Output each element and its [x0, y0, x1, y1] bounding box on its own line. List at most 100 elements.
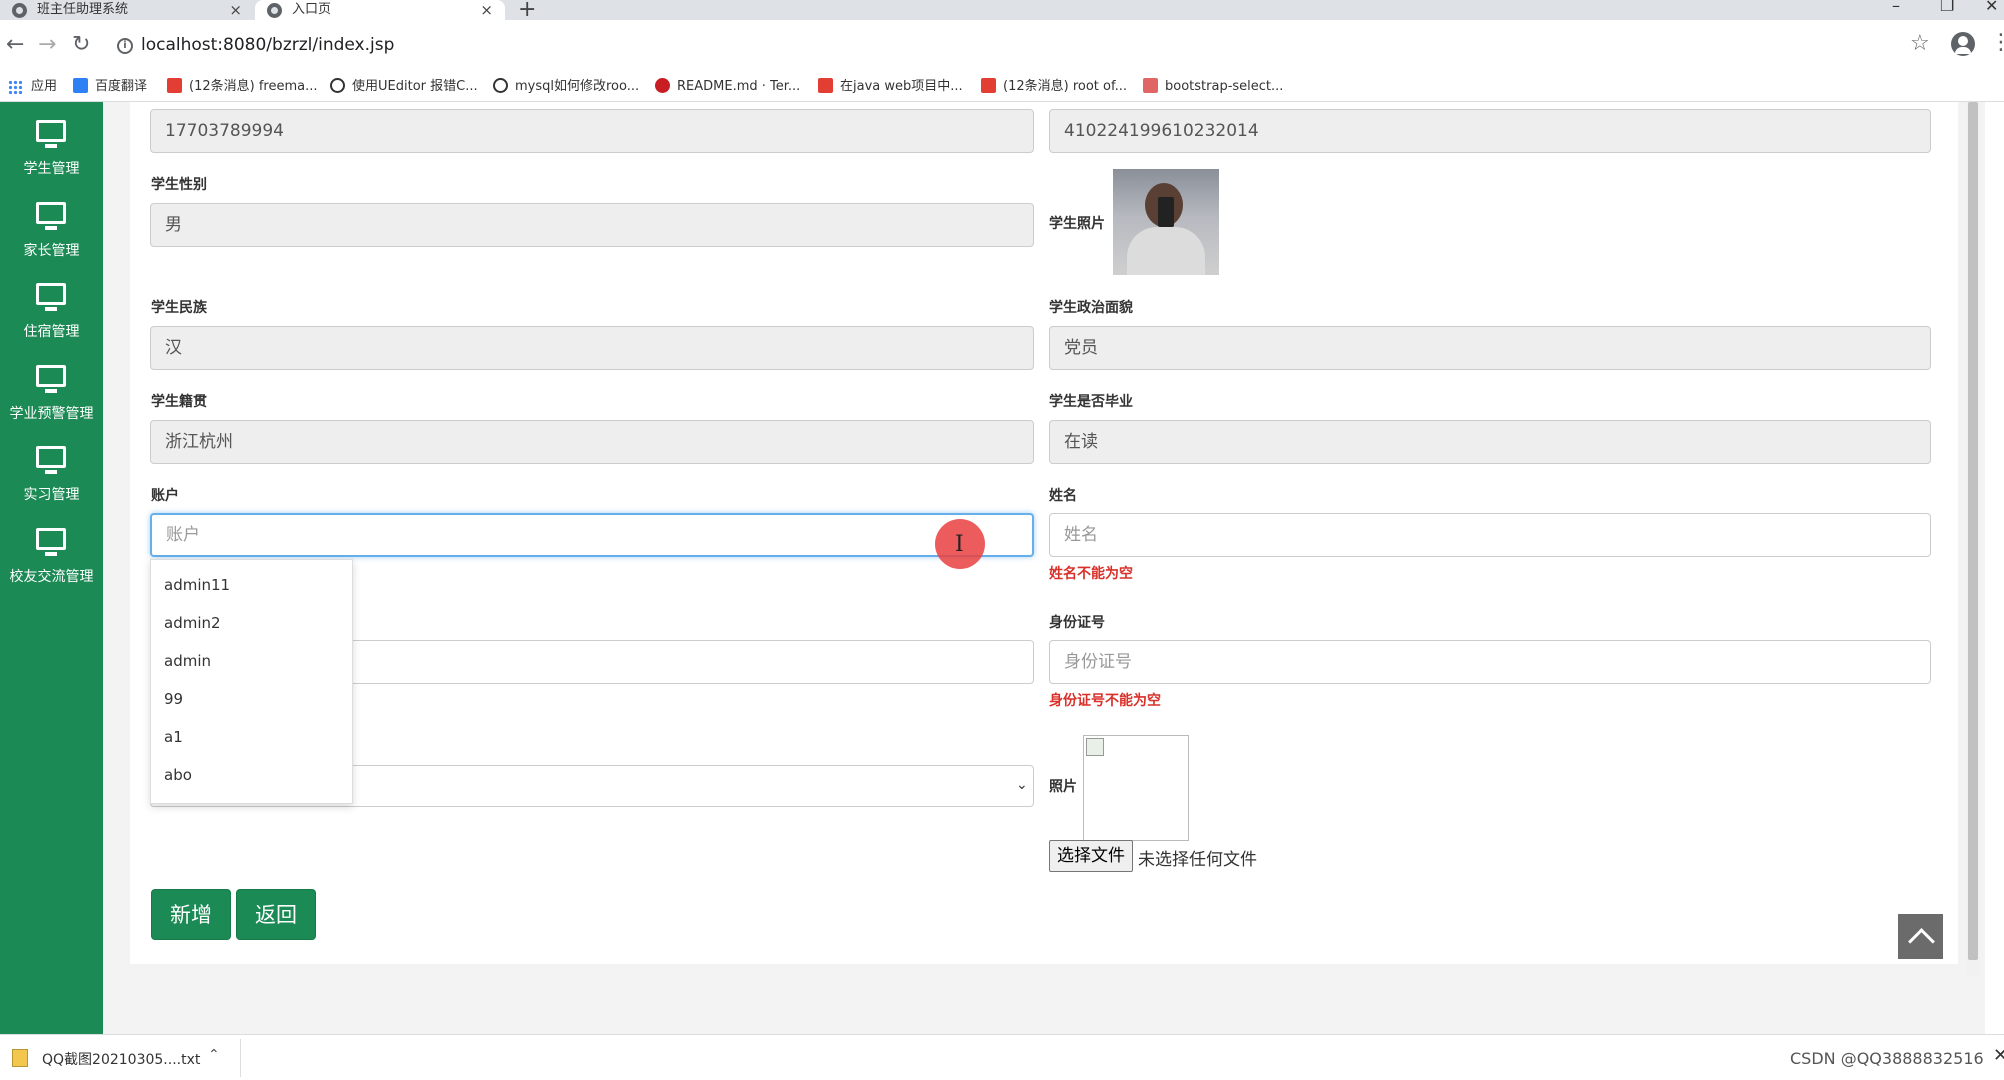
sidebar-item-label: 家长管理	[23, 243, 80, 259]
suggestion-item[interactable]: abo	[164, 766, 192, 784]
url-field[interactable]: localhost:8080/bzrzl/index.jsp	[141, 35, 394, 55]
sidebar-item-alumni[interactable]: 校友交流管理	[0, 510, 103, 590]
bookmarks-bar: 应用 百度翻译 (12条消息) freema... 使用UEditor 报错C.…	[0, 72, 2004, 102]
tab-bzrzl-system[interactable]: 班主任助理系统 ×	[0, 0, 254, 20]
account-input[interactable]	[150, 513, 1034, 557]
new-tab-button[interactable]: +	[518, 0, 536, 22]
back-arrow-icon[interactable]: ←	[6, 32, 24, 57]
suggestion-item[interactable]: admin	[164, 652, 211, 670]
sidebar-item-parents[interactable]: 家长管理	[0, 184, 103, 264]
gitee-icon	[655, 78, 670, 93]
chevron-down-icon: ⌄	[1016, 777, 1028, 793]
reload-icon[interactable]: ↻	[72, 32, 90, 57]
github-icon	[493, 78, 508, 93]
add-button[interactable]: 新增	[151, 889, 231, 940]
profile-icon[interactable]	[1951, 32, 1975, 56]
student-gender-label: 学生性别	[151, 177, 207, 193]
monitor-icon	[36, 446, 66, 474]
suggestion-item[interactable]: admin2	[164, 614, 221, 632]
tab-entry-page[interactable]: 入口页 ×	[255, 0, 505, 20]
student-ethnicity-label: 学生民族	[151, 300, 207, 316]
csdn-icon	[981, 78, 996, 93]
sidebar-item-dormitory[interactable]: 住宿管理	[0, 265, 103, 345]
globe-icon	[12, 3, 27, 18]
bookmark-java-web[interactable]: 在java web项目中...	[818, 76, 963, 98]
close-icon[interactable]: ×	[480, 0, 493, 20]
tab-label: 入口页	[292, 2, 332, 17]
name-error: 姓名不能为空	[1049, 566, 1133, 582]
sidebar-item-label: 住宿管理	[23, 324, 80, 340]
monitor-icon	[36, 120, 66, 148]
download-file-name[interactable]: QQ截图20210305....txt	[42, 1049, 200, 1069]
student-photo	[1113, 169, 1219, 275]
sidebar-item-label: 学业预警管理	[9, 406, 94, 422]
sidebar-item-label: 实习管理	[23, 487, 80, 503]
suggestion-item[interactable]: a1	[164, 728, 183, 746]
autocomplete-dropdown: admin11 admin2 admin 99 a1 abo	[150, 559, 353, 804]
sidebar-item-students[interactable]: 学生管理	[0, 102, 103, 182]
monitor-icon	[36, 283, 66, 311]
close-icon[interactable]: ✕	[1993, 1045, 2004, 1066]
back-button[interactable]: 返回	[236, 889, 316, 940]
watermark: CSDN @QQ3888832516	[1790, 1049, 1984, 1068]
bookmark-csdn-root[interactable]: (12条消息) root of...	[981, 76, 1127, 98]
student-gender-field: 男	[150, 203, 1034, 247]
sidebar-item-internship[interactable]: 实习管理	[0, 428, 103, 508]
bookmark-baidu-translate[interactable]: 百度翻译	[73, 76, 147, 98]
tab-label: 班主任助理系统	[37, 2, 129, 17]
student-graduated-field: 在读	[1049, 420, 1931, 464]
info-icon[interactable]: i	[117, 38, 133, 54]
student-graduated-label: 学生是否毕业	[1049, 394, 1133, 410]
scrollbar-thumb[interactable]	[1968, 102, 1978, 960]
choose-file-button[interactable]: 选择文件	[1049, 840, 1133, 872]
name-input[interactable]	[1049, 513, 1931, 557]
name-label: 姓名	[1049, 488, 1077, 504]
student-photo-label: 学生照片	[1049, 216, 1105, 232]
idcard-error: 身份证号不能为空	[1049, 693, 1161, 709]
student-phone-field: 17703789994	[150, 109, 1034, 153]
monitor-icon	[36, 202, 66, 230]
baidu-translate-icon	[73, 78, 88, 93]
download-bar: QQ截图20210305....txt ⌃ CSDN @QQ3888832516…	[0, 1034, 2004, 1080]
idcard-label: 身份证号	[1049, 615, 1105, 631]
suggestion-item[interactable]: admin11	[164, 576, 230, 594]
sidebar: 学生管理 家长管理 住宿管理 学业预警管理 实习管理 校友交流管理	[0, 102, 103, 1034]
bookmark-apps[interactable]: 应用	[31, 76, 57, 98]
sidebar-item-academic-warning[interactable]: 学业预警管理	[0, 347, 103, 427]
text-file-icon	[12, 1049, 28, 1067]
scroll-to-top-button[interactable]	[1898, 914, 1943, 959]
apps-icon[interactable]	[8, 80, 23, 95]
file-status: 未选择任何文件	[1138, 850, 1257, 870]
monitor-icon	[36, 528, 66, 556]
idcard-input[interactable]	[1049, 640, 1931, 684]
bookmark-star-icon[interactable]: ☆	[1910, 31, 1930, 56]
minimize-icon[interactable]: –	[1892, 0, 1900, 15]
bookmark-readme[interactable]: README.md · Ter...	[655, 76, 800, 98]
forward-arrow-icon[interactable]: →	[38, 32, 56, 57]
photo-label: 照片	[1049, 779, 1077, 795]
student-id-field: 410224199610232014	[1049, 109, 1931, 153]
bookmark-csdn-freemarker[interactable]: (12条消息) freema...	[167, 76, 317, 98]
text-cursor-icon: I	[955, 532, 964, 557]
browser-tab-strip: 班主任助理系统 × 入口页 × + – ❐ ✕	[0, 0, 2004, 22]
github-icon	[330, 78, 345, 93]
bookmark-ueditor[interactable]: 使用UEditor 报错C...	[330, 76, 478, 98]
address-bar: ← → ↻ i localhost:8080/bzrzl/index.jsp ☆…	[0, 20, 2004, 72]
bookmark-mysql[interactable]: mysql如何修改roo...	[493, 76, 639, 98]
suggestion-item[interactable]: 99	[164, 690, 183, 708]
student-politics-field: 党员	[1049, 326, 1931, 370]
student-ethnicity-field: 汉	[150, 326, 1034, 370]
student-hometown-label: 学生籍贯	[151, 394, 207, 410]
kebab-menu-icon[interactable]: ⋮	[1990, 30, 2004, 55]
sidebar-item-label: 校友交流管理	[9, 569, 94, 585]
bookmark-bootstrap-select[interactable]: bootstrap-select...	[1143, 76, 1283, 98]
close-icon[interactable]: ×	[229, 0, 242, 20]
window-close-icon[interactable]: ✕	[1985, 0, 1998, 15]
csdn-icon	[167, 78, 182, 93]
globe-icon	[267, 3, 282, 18]
monitor-icon	[36, 365, 66, 393]
csdn-icon	[818, 78, 833, 93]
restore-icon[interactable]: ❐	[1940, 0, 1954, 15]
chevron-up-icon[interactable]: ⌃	[208, 1047, 220, 1063]
student-hometown-field: 浙江杭州	[150, 420, 1034, 464]
